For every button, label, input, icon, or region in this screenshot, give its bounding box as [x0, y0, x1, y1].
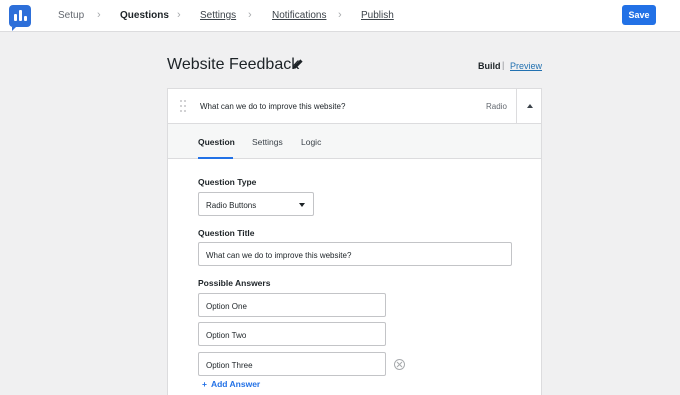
step-setup[interactable]: Setup: [58, 10, 84, 21]
drag-handle-icon[interactable]: [180, 100, 186, 112]
tab-logic[interactable]: Logic: [301, 137, 321, 147]
possible-answers-label: Possible Answers: [198, 278, 271, 288]
question-type-label: Question Type: [198, 177, 257, 187]
pencil-icon[interactable]: [292, 58, 304, 70]
question-title-label: Question Title: [198, 228, 255, 238]
chevron-right-icon: ›: [97, 9, 101, 21]
active-tab-indicator: [198, 157, 233, 159]
question-header[interactable]: What can we do to improve this website? …: [168, 89, 541, 124]
add-answer-button[interactable]: + Add Answer: [202, 379, 260, 389]
chevron-right-icon: ›: [177, 9, 181, 21]
step-publish[interactable]: Publish: [361, 10, 394, 21]
page-title: Website Feedback: [167, 56, 300, 73]
question-type-select[interactable]: Radio Buttons: [198, 192, 314, 216]
build-link[interactable]: Build: [478, 61, 501, 71]
answer-value: Option Two: [206, 331, 247, 340]
top-bar: Setup › Questions › Settings › Notificat…: [0, 0, 680, 32]
question-card: What can we do to improve this website? …: [167, 88, 542, 395]
chevron-right-icon: ›: [338, 9, 342, 21]
step-settings[interactable]: Settings: [200, 10, 236, 21]
step-notifications[interactable]: Notifications: [272, 10, 326, 21]
answer-input-2[interactable]: Option Two: [198, 322, 386, 346]
add-answer-label: Add Answer: [210, 379, 261, 389]
step-questions[interactable]: Questions: [120, 10, 169, 21]
answer-input-1[interactable]: Option One: [198, 293, 386, 317]
question-type-value: Radio Buttons: [206, 201, 257, 210]
question-title-value: What can we do to improve this website?: [206, 251, 352, 260]
collapse-toggle[interactable]: [516, 89, 541, 124]
caret-down-icon: [299, 203, 305, 207]
save-button[interactable]: Save: [622, 5, 656, 25]
tab-settings[interactable]: Settings: [252, 137, 283, 147]
answer-input-3[interactable]: Option Three: [198, 352, 386, 376]
answer-value: Option Three: [206, 361, 253, 370]
question-title-input[interactable]: What can we do to improve this website?: [198, 242, 512, 266]
separator: |: [502, 60, 505, 70]
caret-up-icon: [527, 104, 533, 108]
tab-question[interactable]: Question: [198, 137, 235, 147]
plus-icon: +: [202, 379, 207, 389]
question-type-badge: Radio: [486, 102, 507, 111]
remove-answer-icon[interactable]: [394, 359, 405, 370]
question-summary: What can we do to improve this website?: [200, 102, 346, 111]
chevron-right-icon: ›: [248, 9, 252, 21]
question-tabs: Question Settings Logic: [168, 124, 541, 159]
preview-link[interactable]: Preview: [510, 61, 542, 71]
app-logo-icon[interactable]: [9, 5, 31, 31]
answer-value: Option One: [206, 302, 247, 311]
